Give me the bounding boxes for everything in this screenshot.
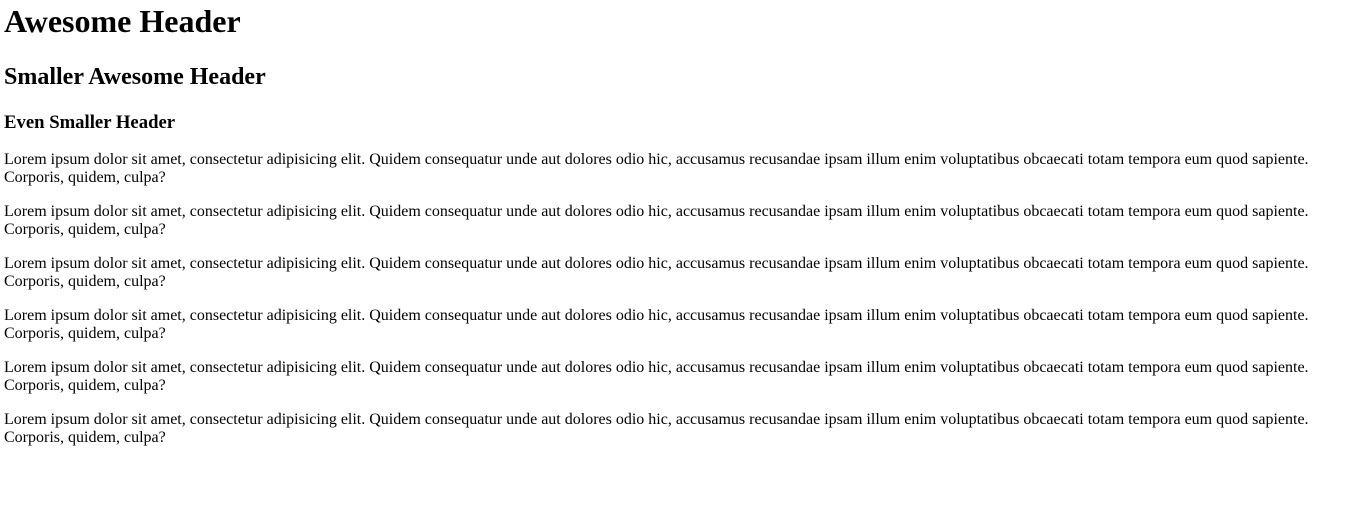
paragraph: Lorem ipsum dolor sit amet, consectetur … — [4, 151, 1309, 186]
paragraph: Lorem ipsum dolor sit amet, consectetur … — [4, 411, 1309, 446]
main-header: Awesome Header — [4, 3, 241, 39]
paragraph: Lorem ipsum dolor sit amet, consectetur … — [4, 359, 1309, 394]
sub-header: Smaller Awesome Header — [4, 64, 266, 90]
page-content: Awesome Header Smaller Awesome Header Ev… — [0, 0, 1348, 447]
small-header: Even Smaller Header — [4, 112, 176, 133]
paragraph: Lorem ipsum dolor sit amet, consectetur … — [4, 255, 1309, 290]
paragraph: Lorem ipsum dolor sit amet, consectetur … — [4, 307, 1309, 342]
paragraph: Lorem ipsum dolor sit amet, consectetur … — [4, 203, 1309, 238]
